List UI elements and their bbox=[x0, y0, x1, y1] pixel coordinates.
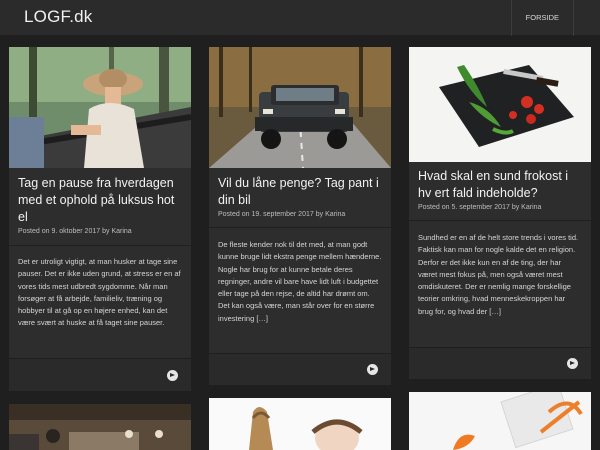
meta-by: by bbox=[315, 211, 324, 218]
meta-prefix: Posted on bbox=[18, 228, 50, 235]
meta-by: by bbox=[511, 204, 520, 211]
post-image[interactable] bbox=[9, 47, 191, 168]
post-date[interactable]: 9. oktober 2017 bbox=[51, 228, 100, 235]
read-more-arrow-icon[interactable] bbox=[567, 358, 578, 369]
meta-by: by bbox=[102, 228, 110, 235]
post-date[interactable]: 19. september 2017 bbox=[251, 211, 313, 218]
read-more-arrow-icon[interactable] bbox=[167, 370, 178, 381]
main-nav: FORSIDE bbox=[510, 0, 600, 36]
post-title[interactable]: Vil du låne penge? Tag pant i din bil bbox=[218, 175, 382, 209]
post-footer bbox=[9, 358, 191, 391]
suv-on-road-photo bbox=[209, 47, 391, 168]
divider bbox=[209, 227, 391, 228]
meta-prefix: Posted on bbox=[418, 204, 450, 211]
post-card-partial bbox=[409, 392, 591, 450]
post-meta: Posted on 19. september 2017 by Karina bbox=[218, 211, 385, 218]
divider bbox=[9, 245, 191, 246]
post-card: Tag en pause fra hverdagen med et ophold… bbox=[9, 47, 191, 391]
post-meta: Posted on 9. oktober 2017 by Karina bbox=[18, 228, 185, 235]
divider bbox=[409, 220, 591, 221]
site-logo[interactable]: LOGF.dk bbox=[24, 7, 92, 27]
post-excerpt: De fleste kender nok til det med, at man… bbox=[218, 240, 382, 323]
post-meta: Posted on 5. september 2017 by Karina bbox=[418, 204, 585, 211]
post-card: Hvad skal en sund frokost i hv ert fald … bbox=[409, 47, 591, 379]
post-author[interactable]: Karina bbox=[325, 211, 345, 218]
kitchen-photo[interactable] bbox=[9, 404, 191, 450]
post-image[interactable] bbox=[409, 47, 591, 162]
post-footer bbox=[209, 353, 391, 385]
wedding-cards-photo[interactable] bbox=[409, 392, 591, 450]
woman-in-hammock-photo bbox=[9, 47, 191, 168]
child-eating-photo[interactable] bbox=[209, 398, 391, 450]
meta-prefix: Posted on bbox=[218, 211, 250, 218]
post-image[interactable] bbox=[209, 47, 391, 168]
post-title[interactable]: Hvad skal en sund frokost i hv ert fald … bbox=[418, 168, 582, 202]
post-date[interactable]: 5. september 2017 bbox=[451, 204, 509, 211]
post-card-partial bbox=[9, 404, 191, 450]
nav-divider bbox=[573, 0, 600, 36]
post-card: Vil du låne penge? Tag pant i din bil Po… bbox=[209, 47, 391, 385]
post-excerpt: Det er utroligt vigtigt, at man husker a… bbox=[18, 257, 181, 328]
top-bar: LOGF.dk FORSIDE bbox=[0, 0, 600, 36]
post-card-partial bbox=[209, 398, 391, 450]
post-title[interactable]: Tag en pause fra hverdagen med et ophold… bbox=[18, 175, 182, 226]
post-footer bbox=[409, 347, 591, 379]
vegetables-on-board-photo bbox=[409, 47, 591, 162]
post-author[interactable]: Karina bbox=[521, 204, 541, 211]
post-author[interactable]: Karina bbox=[111, 228, 131, 235]
nav-item-forside[interactable]: FORSIDE bbox=[510, 0, 573, 36]
post-excerpt: Sundhed er en af de helt store trends i … bbox=[418, 233, 579, 316]
read-more-arrow-icon[interactable] bbox=[367, 364, 378, 375]
